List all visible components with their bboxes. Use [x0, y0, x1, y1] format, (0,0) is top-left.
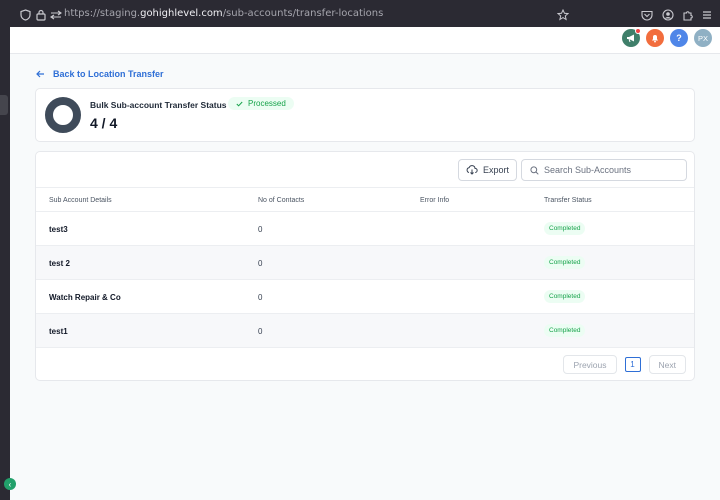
extensions-icon[interactable] [681, 8, 695, 22]
transfer-table-card: Export Sub Account Details No of Contact… [35, 151, 695, 381]
avatar[interactable]: PX [694, 29, 712, 47]
help-icon: ? [676, 33, 682, 43]
table-row[interactable]: test3 0 Completed [36, 212, 694, 246]
menu-icon[interactable] [700, 8, 714, 22]
cloud-download-icon [466, 165, 478, 175]
table-header: Sub Account Details No of Contacts Error… [36, 187, 694, 212]
sidebar-handle[interactable] [0, 95, 8, 115]
shield-icon[interactable] [18, 8, 32, 22]
sub-account-name: test1 [49, 327, 68, 336]
page-content: ? PX Back to Location Transfer Bulk Sub-… [10, 27, 720, 500]
back-to-location-transfer-link[interactable]: Back to Location Transfer [36, 69, 164, 79]
contacts-count: 0 [258, 327, 263, 336]
app-header: ? PX [10, 27, 720, 54]
chevron-left-icon: ‹ [8, 479, 12, 489]
pocket-icon[interactable] [640, 8, 654, 22]
avatar-initials: PX [697, 33, 708, 43]
pagination: Previous 1 Next [563, 355, 686, 374]
status-badge-label: Processed [248, 99, 286, 108]
contacts-count: 0 [258, 293, 263, 302]
table-row[interactable]: test 2 0 Completed [36, 246, 694, 280]
contacts-count: 0 [258, 259, 263, 268]
browser-toolbar: https://staging.gohighlevel.com/sub-acco… [0, 0, 720, 30]
next-page-button[interactable]: Next [648, 355, 686, 374]
transfer-count: 4 / 4 [90, 115, 118, 131]
table-row[interactable]: test1 0 Completed [36, 314, 694, 348]
address-bar[interactable]: https://staging.gohighlevel.com/sub-acco… [64, 8, 383, 19]
account-icon[interactable] [661, 8, 675, 22]
sub-account-name: test3 [49, 225, 68, 234]
collapse-sidebar-button[interactable]: ‹ [4, 478, 16, 490]
url-path: /sub-accounts/transfer-locations [222, 8, 384, 19]
url-prefix: https://staging. [64, 8, 141, 19]
column-header: Error Info [420, 197, 450, 204]
megaphone-icon [627, 34, 634, 43]
table-row[interactable]: Watch Repair & Co 0 Completed [36, 280, 694, 314]
bell-icon [652, 35, 658, 43]
sub-account-name: test 2 [49, 259, 70, 268]
help-button[interactable]: ? [670, 29, 688, 47]
transfer-status-badge: Completed [544, 256, 586, 269]
notifications-button[interactable] [646, 29, 664, 47]
transfer-status-badge: Completed [544, 222, 586, 235]
column-header: Transfer Status [544, 197, 592, 204]
transfer-status-badge: Completed [544, 290, 586, 303]
search-field[interactable] [521, 159, 687, 181]
status-badge: Processed [228, 97, 294, 110]
announcement-button[interactable] [622, 28, 641, 47]
status-title: Bulk Sub-account Transfer Status [90, 100, 227, 110]
search-icon [530, 165, 539, 175]
export-button[interactable]: Export [458, 159, 517, 181]
left-app-strip [0, 27, 10, 500]
arrow-left-icon [36, 70, 44, 78]
page-number-current[interactable]: 1 [624, 357, 641, 372]
progress-donut [45, 97, 81, 133]
lock-icon[interactable] [34, 8, 48, 22]
export-label: Export [482, 165, 509, 175]
transfer-status-card: Bulk Sub-account Transfer Status Process… [35, 88, 695, 142]
contacts-count: 0 [258, 225, 263, 234]
check-icon [236, 101, 243, 107]
url-host: gohighlevel.com [140, 8, 223, 19]
column-header: Sub Account Details [49, 197, 112, 204]
search-input[interactable] [544, 165, 674, 175]
notification-dot [635, 28, 641, 34]
sub-account-name: Watch Repair & Co [49, 293, 121, 302]
column-header: No of Contacts [258, 197, 305, 204]
previous-page-button[interactable]: Previous [563, 355, 617, 374]
header-actions: ? PX [622, 28, 712, 47]
back-link-label: Back to Location Transfer [53, 69, 164, 79]
transfer-status-badge: Completed [544, 324, 586, 337]
bookmark-star-icon[interactable] [556, 8, 570, 22]
permissions-icon[interactable] [49, 8, 63, 22]
